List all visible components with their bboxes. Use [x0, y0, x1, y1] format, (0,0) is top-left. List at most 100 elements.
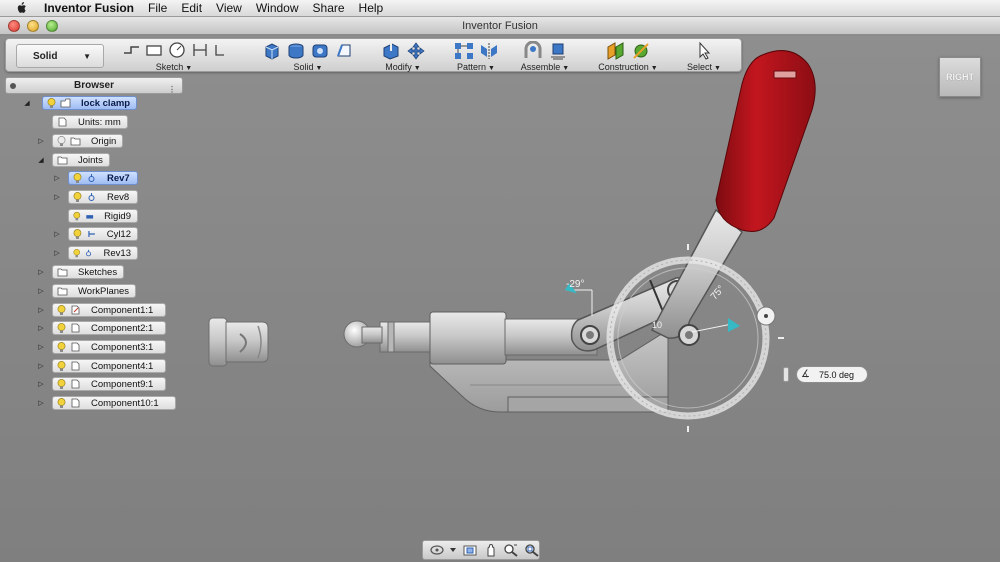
- plane-icon[interactable]: [605, 41, 627, 61]
- visibility-bulb-icon[interactable]: [73, 191, 82, 203]
- collapse-triangle-icon[interactable]: ◢: [36, 156, 46, 164]
- expand-triangle-icon[interactable]: ▷: [36, 399, 46, 407]
- mirror-icon[interactable]: [479, 41, 499, 61]
- component-edit-icon: [71, 305, 80, 315]
- tree-node-component1[interactable]: ▷ Component1:1: [36, 303, 166, 317]
- expand-triangle-icon[interactable]: ▷: [36, 380, 46, 388]
- sweep-icon[interactable]: [310, 41, 330, 61]
- expand-triangle-icon[interactable]: ▷: [36, 324, 46, 332]
- circle-icon[interactable]: [167, 41, 187, 59]
- tree-node-workplanes[interactable]: ▷ WorkPlanes: [36, 284, 137, 298]
- expand-triangle-icon[interactable]: ▷: [52, 193, 62, 201]
- visibility-bulb-icon[interactable]: [57, 360, 66, 372]
- tree-node-label: Cyl12: [106, 228, 131, 240]
- expand-triangle-icon[interactable]: ▷: [36, 268, 46, 276]
- tree-node-sketches[interactable]: ▷ Sketches: [36, 265, 125, 279]
- visibility-bulb-icon[interactable]: [57, 304, 66, 316]
- visibility-bulb-icon[interactable]: [57, 397, 66, 409]
- expand-triangle-icon[interactable]: ▷: [36, 343, 46, 351]
- chevron-down-icon[interactable]: [449, 543, 457, 557]
- look-at-icon[interactable]: [462, 543, 477, 557]
- pointer-icon[interactable]: [695, 41, 713, 61]
- tree-node-label: Rev7: [107, 172, 130, 184]
- expand-triangle-icon[interactable]: ▷: [36, 362, 46, 370]
- ribbon-group-select[interactable]: Select ▼: [676, 41, 732, 72]
- joint-icon[interactable]: [522, 41, 544, 61]
- angle-input-grip[interactable]: [783, 367, 789, 382]
- collapse-triangle-icon[interactable]: ◢: [22, 99, 32, 107]
- ribbon-group-solid[interactable]: Solid ▼: [256, 41, 360, 72]
- tree-node-component10[interactable]: ▷ Component10:1: [36, 396, 176, 410]
- pin-icon[interactable]: [10, 83, 16, 89]
- tree-node-joint-rev8[interactable]: ▷ Rev8: [52, 190, 138, 204]
- component-icon: [71, 342, 80, 352]
- ribbon-group-sketch[interactable]: Sketch ▼: [114, 41, 234, 72]
- ribbon-group-solid-label: Solid: [293, 62, 314, 72]
- move-icon[interactable]: [406, 41, 426, 61]
- revolve-icon[interactable]: [286, 41, 306, 61]
- expand-triangle-icon[interactable]: ▷: [36, 287, 46, 295]
- line-icon[interactable]: [121, 41, 141, 59]
- ribbon-group-modify[interactable]: Modify ▼: [372, 41, 434, 72]
- ground-icon[interactable]: [548, 41, 568, 61]
- orbit-icon[interactable]: [429, 543, 444, 557]
- tree-node-component9[interactable]: ▷ Component9:1: [36, 377, 166, 391]
- spindle-tip-component[interactable]: [208, 317, 269, 367]
- loft-icon[interactable]: [334, 41, 354, 61]
- tree-node-joints[interactable]: ◢ Joints: [36, 153, 110, 167]
- visibility-bulb-icon[interactable]: [73, 172, 82, 184]
- visibility-bulb-icon[interactable]: [47, 97, 56, 109]
- visibility-bulb-icon[interactable]: [57, 322, 66, 334]
- tree-node-component4[interactable]: ▷ Component4:1: [36, 359, 166, 373]
- expand-triangle-icon[interactable]: ▷: [52, 249, 62, 257]
- rect-pattern-icon[interactable]: [453, 41, 475, 61]
- tree-node-component2[interactable]: ▷ Component2:1: [36, 321, 166, 335]
- project-icon[interactable]: [213, 41, 227, 59]
- ribbon-group-construction[interactable]: Construction ▼: [590, 41, 666, 72]
- extrude-icon[interactable]: [262, 41, 282, 61]
- axis-icon[interactable]: [631, 41, 651, 61]
- tree-node-label: WorkPlanes: [78, 285, 130, 297]
- expand-triangle-icon[interactable]: ▷: [52, 174, 62, 182]
- expand-triangle-icon[interactable]: ▷: [52, 230, 62, 238]
- plunger-rod[interactable]: [343, 311, 598, 365]
- visibility-bulb-icon[interactable]: [73, 228, 82, 240]
- visibility-bulb-icon[interactable]: [57, 378, 66, 390]
- angle-inner-label: 10: [652, 320, 662, 330]
- component-icon: [71, 379, 80, 389]
- visibility-bulb-icon[interactable]: [57, 135, 66, 147]
- tree-node-origin[interactable]: ▷ Origin: [36, 134, 124, 148]
- tree-node-label: Rev13: [103, 247, 131, 259]
- grip-icon[interactable]: ⋮: [168, 82, 176, 98]
- ribbon-group-assemble[interactable]: Assemble ▼: [512, 41, 578, 72]
- visibility-bulb-icon[interactable]: [57, 341, 66, 353]
- visibility-bulb-icon[interactable]: [73, 211, 81, 222]
- tree-node-joint-cyl12[interactable]: ▷ Cyl12: [52, 227, 138, 241]
- tree-node-root[interactable]: ◢ lock clamp: [22, 96, 138, 110]
- rectangle-icon[interactable]: [145, 41, 163, 59]
- visibility-bulb-icon[interactable]: [73, 248, 80, 259]
- tree-node-units[interactable]: Units: mm: [42, 115, 128, 129]
- ribbon-group-construction-label: Construction: [598, 62, 649, 72]
- tree-node-joint-rigid9[interactable]: Rigid9: [52, 209, 138, 223]
- dimension-icon[interactable]: [191, 41, 209, 59]
- tree-node-label: Component1:1: [91, 304, 154, 316]
- angle-left-label: -29°: [566, 279, 584, 290]
- workspace-mode-dropdown[interactable]: Solid ▼: [16, 44, 104, 68]
- expand-triangle-icon[interactable]: ▷: [36, 306, 46, 314]
- red-handle[interactable]: [715, 50, 816, 232]
- zoom-icon[interactable]: [503, 543, 518, 557]
- chevron-down-icon: ▼: [488, 65, 495, 72]
- tree-node-joint-rev13[interactable]: ▷ Rev13: [52, 246, 138, 260]
- tree-node-joint-rev7[interactable]: ▷ Rev7: [52, 171, 138, 185]
- browser-panel-header[interactable]: Browser ⋮: [5, 77, 183, 94]
- chevron-down-icon: ▼: [315, 65, 323, 72]
- ribbon-group-pattern[interactable]: Pattern ▼: [444, 41, 508, 72]
- pan-hand-icon[interactable]: [483, 543, 498, 557]
- press-pull-icon[interactable]: [380, 41, 402, 61]
- tree-node-component3[interactable]: ▷ Component3:1: [36, 340, 166, 354]
- angle-value-input[interactable]: ∡ 75.0 deg: [796, 366, 868, 383]
- zoom-window-icon[interactable]: [524, 543, 539, 557]
- viewcube[interactable]: RIGHT: [939, 57, 981, 97]
- expand-triangle-icon[interactable]: ▷: [36, 137, 46, 145]
